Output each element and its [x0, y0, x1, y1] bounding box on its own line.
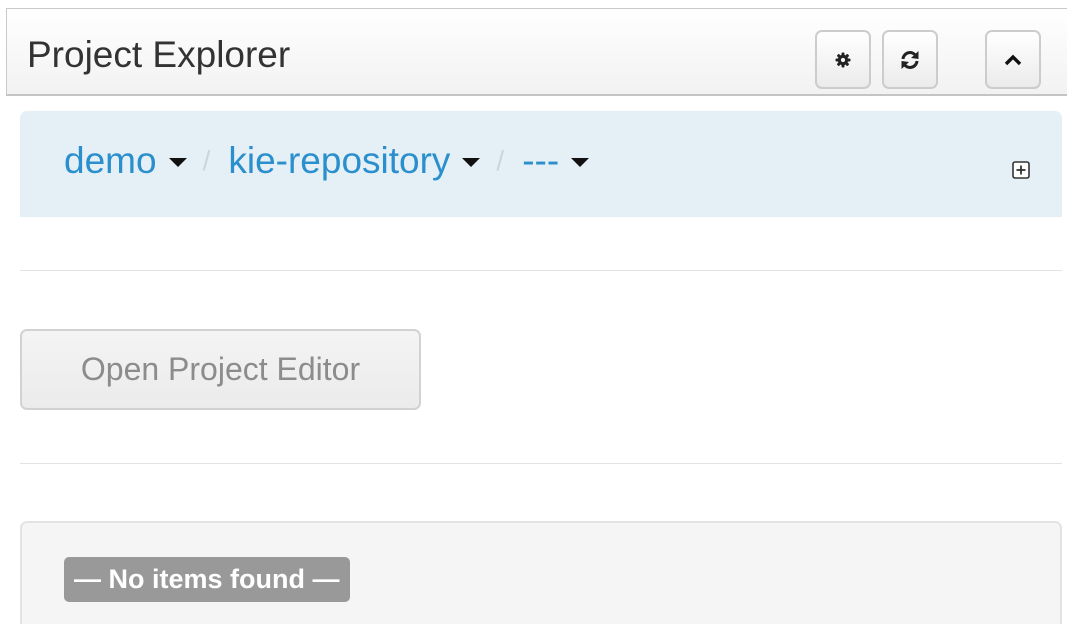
divider	[20, 463, 1062, 464]
breadcrumb-item-repository[interactable]: kie-repository	[228, 139, 481, 183]
breadcrumb-item-label: kie-repository	[228, 140, 451, 181]
breadcrumb-separator: /	[202, 145, 211, 176]
refresh-button[interactable]	[882, 30, 938, 89]
panel-header: Project Explorer	[6, 8, 1067, 96]
panel-title: Project Explorer	[27, 34, 291, 75]
breadcrumb-item-label: ---	[522, 140, 560, 181]
caret-down-icon	[571, 157, 590, 167]
collapse-button[interactable]	[985, 30, 1041, 89]
breadcrumb: demo / kie-repository / ---	[20, 111, 1062, 217]
project-explorer-panel: Project Explorer demo / kie-repository /…	[0, 0, 1067, 624]
breadcrumb-item-project[interactable]: ---	[522, 139, 590, 183]
items-list: — No items found —	[20, 521, 1062, 624]
plus-square-icon[interactable]	[1012, 161, 1030, 179]
settings-button[interactable]	[815, 30, 871, 89]
breadcrumb-separator: /	[496, 145, 505, 176]
caret-down-icon	[462, 157, 481, 167]
open-project-editor-button[interactable]: Open Project Editor	[20, 329, 421, 410]
breadcrumb-item-organizational-unit[interactable]: demo	[64, 139, 187, 183]
breadcrumb-items: demo / kie-repository / ---	[64, 139, 590, 183]
breadcrumb-item-label: demo	[64, 140, 157, 181]
empty-state-label: — No items found —	[64, 557, 350, 602]
refresh-icon	[899, 50, 921, 70]
caret-down-icon	[168, 157, 187, 167]
gear-icon	[835, 52, 851, 68]
divider	[20, 270, 1062, 271]
chevron-up-icon	[1004, 54, 1022, 66]
